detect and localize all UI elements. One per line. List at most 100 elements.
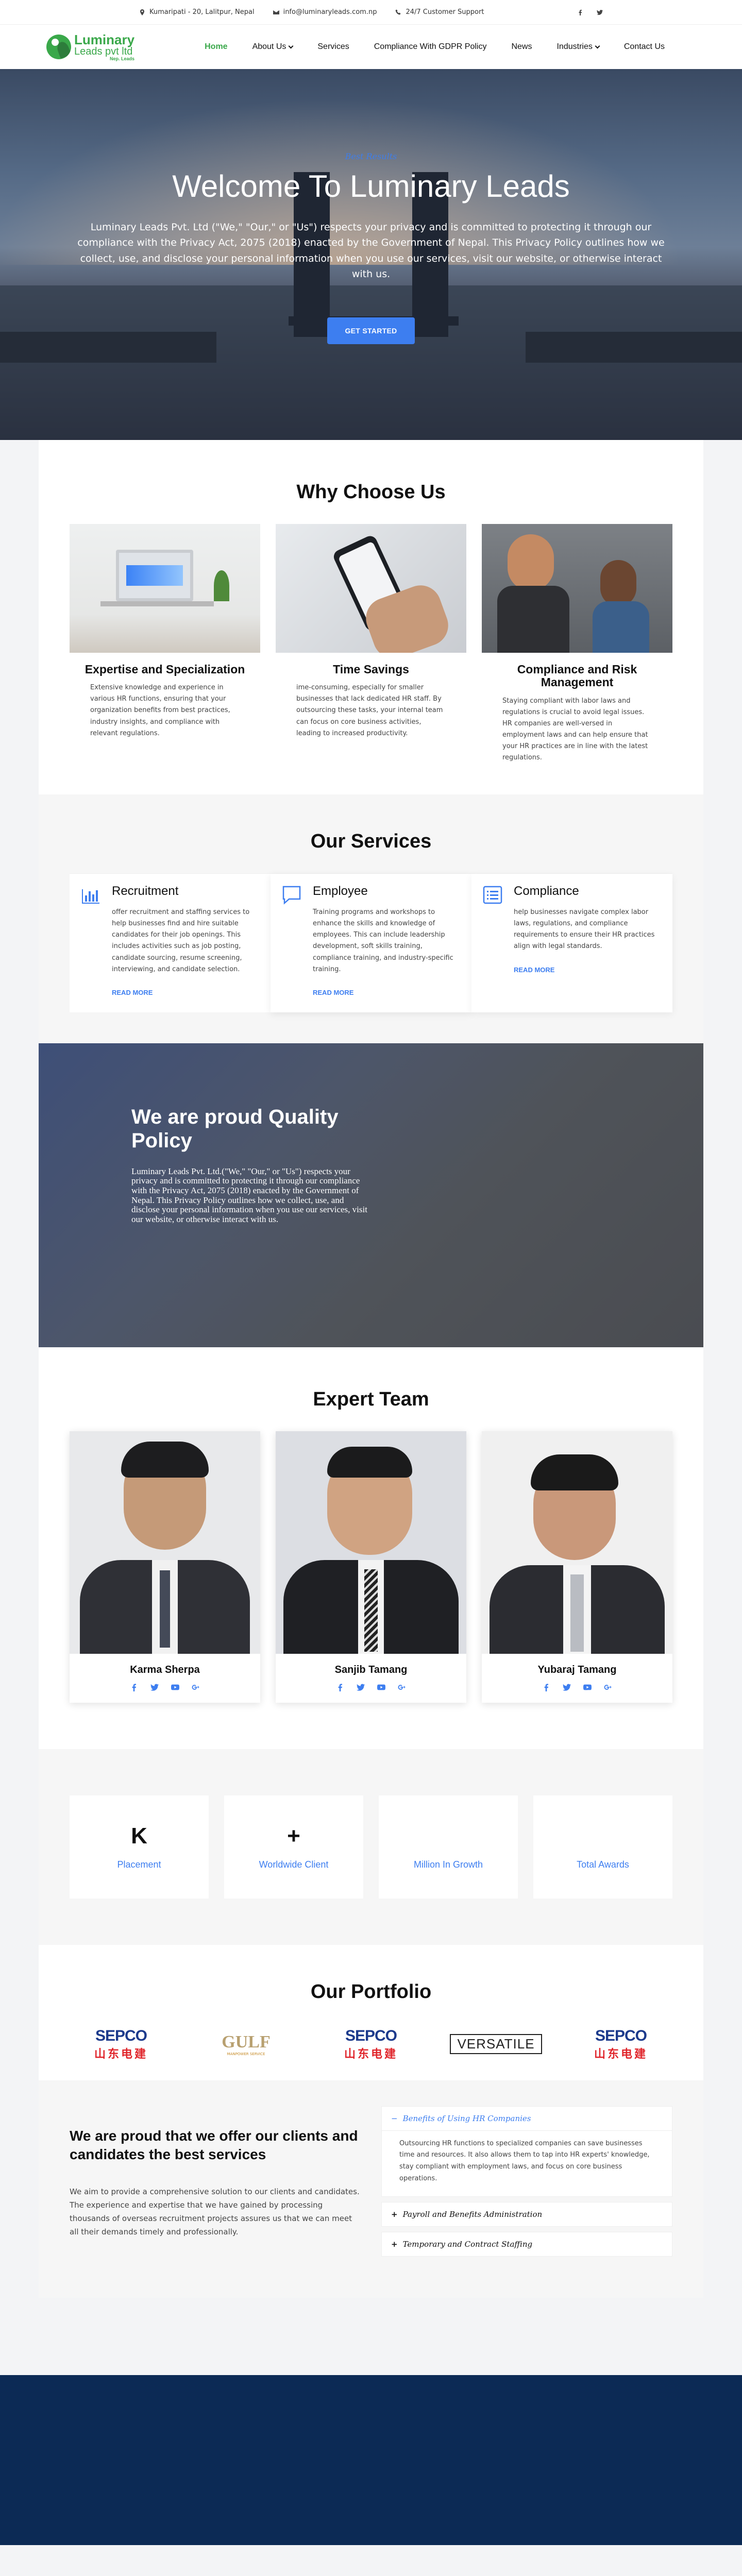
chevron-down-icon: [595, 43, 600, 48]
team-card: Sanjib Tamang: [276, 1431, 466, 1703]
email-text[interactable]: info@luminaryleads.com.np: [283, 8, 377, 16]
portfolio-logo-sepco[interactable]: SEPCO 山东电建: [75, 2024, 167, 2065]
stats-section: K Placement + Worldwide Client Million I…: [39, 1749, 703, 1945]
stat-label: Worldwide Client: [259, 1859, 329, 1870]
member-name: Sanjib Tamang: [334, 1664, 408, 1675]
stat-label: Placement: [117, 1859, 161, 1870]
member-photo: [70, 1431, 260, 1654]
why-card-title: Compliance and Risk Management: [517, 663, 637, 689]
nav-services[interactable]: Services: [317, 42, 349, 52]
facebook-icon[interactable]: [336, 1683, 344, 1691]
quality-policy-section: We are proud Quality Policy Luminary Lea…: [39, 1043, 703, 1347]
stat-label: Million In Growth: [413, 1859, 483, 1870]
nav-home[interactable]: Home: [205, 42, 227, 52]
read-more-link[interactable]: READ MORE: [514, 966, 554, 974]
quality-title: We are proud Quality Policy: [131, 1105, 339, 1152]
why-card: Time Savings ime-consuming, especially f…: [276, 524, 466, 764]
why-card-title: Expertise and Specialization: [85, 663, 245, 676]
hero-title: Welcome To Luminary Leads: [172, 169, 570, 204]
why-card: Compliance and Risk Management Staying c…: [482, 524, 672, 764]
top-bar: Kumaripati - 20, Lalitpur, Nepal info@lu…: [0, 0, 742, 25]
hero-subtitle: Best Results: [345, 151, 397, 161]
service-title: Compliance: [514, 884, 579, 899]
accordion-body: Outsourcing HR functions to specialized …: [382, 2130, 672, 2196]
services-section: Our Services Recruitment offer recruitme…: [39, 794, 703, 1043]
why-card-text: Extensive knowledge and experience in va…: [90, 684, 230, 737]
site-footer: [0, 2375, 742, 2545]
nav-about[interactable]: About Us: [252, 42, 294, 52]
portfolio-logo-sepco[interactable]: SEPCO 山东电建: [325, 2024, 417, 2065]
main-navbar: Luminary Leads pvt ltd Nep. Leads Home A…: [0, 25, 742, 69]
read-more-link[interactable]: READ MORE: [112, 989, 153, 996]
youtube-icon[interactable]: [583, 1683, 592, 1691]
portfolio-section: Our Portfolio SEPCO 山东电建 GULF MANPOWER S…: [39, 1944, 703, 2080]
support-info: 24/7 Customer Support: [395, 8, 484, 16]
logo-mark-icon: [46, 35, 71, 59]
list-icon: [483, 886, 502, 904]
member-photo: [276, 1431, 466, 1654]
stat-card: Total Awards: [533, 1795, 672, 1899]
member-photo: [482, 1431, 672, 1654]
services-title: Our Services: [310, 831, 432, 853]
accordion-header[interactable]: − Benefits of Using HR Companies: [382, 2107, 672, 2130]
why-card-title: Time Savings: [333, 663, 409, 676]
topbar-social: [577, 9, 603, 15]
get-started-button[interactable]: GET STARTED: [327, 317, 415, 344]
facebook-icon[interactable]: [542, 1683, 550, 1691]
nav-news[interactable]: News: [511, 42, 532, 52]
proud-services-section: We are proud that we offer our clients a…: [39, 2080, 703, 2298]
read-more-link[interactable]: READ MORE: [313, 989, 353, 996]
google-plus-icon[interactable]: [398, 1683, 406, 1691]
address-text: Kumaripati - 20, Lalitpur, Nepal: [149, 8, 255, 16]
service-text: offer recruitment and staffing services …: [112, 908, 250, 973]
location-pin-icon: [140, 9, 144, 15]
why-card-text: ime-consuming, especially for smaller bu…: [296, 684, 443, 737]
chevron-down-icon: [288, 43, 294, 48]
portfolio-logo-versatile[interactable]: VERSATILE: [450, 2024, 543, 2065]
youtube-icon[interactable]: [171, 1683, 179, 1691]
why-title: Why Choose Us: [296, 481, 446, 503]
phone-icon: [395, 9, 401, 14]
google-plus-icon[interactable]: [604, 1683, 612, 1691]
service-card-employee: Employee Training programs and workshops…: [271, 874, 471, 1012]
stat-card: K Placement: [70, 1795, 209, 1899]
twitter-icon[interactable]: [150, 1683, 159, 1691]
logo-line-2: Leads pvt ltd: [74, 45, 133, 57]
google-plus-icon[interactable]: [192, 1683, 200, 1691]
stat-number: +: [287, 1823, 300, 1849]
twitter-icon[interactable]: [563, 1683, 571, 1691]
hero-text: Luminary Leads Pvt. Ltd ("We," "Our," or…: [77, 222, 665, 280]
accordion-item: + Payroll and Benefits Administration: [381, 2201, 672, 2227]
accordion-header[interactable]: + Payroll and Benefits Administration: [382, 2202, 672, 2226]
portfolio-logo-sepco[interactable]: SEPCO 山东电建: [575, 2024, 667, 2065]
twitter-icon[interactable]: [597, 9, 603, 15]
team-card: Yubaraj Tamang: [482, 1431, 672, 1703]
phone-in-hand-image: [276, 524, 466, 653]
team-members-image: [482, 524, 672, 653]
email-info[interactable]: info@luminaryleads.com.np: [273, 8, 377, 16]
service-title: Employee: [313, 884, 368, 899]
nav-contact[interactable]: Contact Us: [624, 42, 665, 52]
youtube-icon[interactable]: [377, 1683, 385, 1691]
stat-card: Million In Growth: [379, 1795, 518, 1899]
bar-chart-icon: [82, 889, 99, 904]
logo-line-1: Luminary: [74, 31, 135, 47]
service-text: help businesses navigate complex labor l…: [514, 908, 655, 951]
site-logo[interactable]: Luminary Leads pvt ltd Nep. Leads: [46, 33, 134, 61]
logo-line-3: Nep. Leads: [110, 56, 135, 61]
envelope-icon: [273, 10, 279, 14]
facebook-icon[interactable]: [130, 1683, 138, 1691]
stat-card: + Worldwide Client: [224, 1795, 363, 1899]
address-info: Kumaripati - 20, Lalitpur, Nepal: [139, 8, 255, 16]
twitter-icon[interactable]: [357, 1683, 365, 1691]
service-title: Recruitment: [112, 884, 179, 899]
portfolio-logo-gulf[interactable]: GULF MANPOWER SERVICE: [200, 2024, 293, 2065]
nav-industries[interactable]: Industries: [556, 42, 600, 52]
quality-text: Luminary Leads Pvt. Ltd.("We," "Our," or…: [131, 1166, 367, 1225]
facebook-icon[interactable]: [577, 9, 583, 15]
plus-icon: +: [391, 2209, 398, 2219]
plus-icon: +: [391, 2239, 398, 2249]
accordion-header[interactable]: + Temporary and Contract Staffing: [382, 2232, 672, 2256]
proud-title: We are proud that we offer our clients a…: [70, 2127, 358, 2163]
nav-compliance[interactable]: Compliance With GDPR Policy: [374, 42, 487, 52]
